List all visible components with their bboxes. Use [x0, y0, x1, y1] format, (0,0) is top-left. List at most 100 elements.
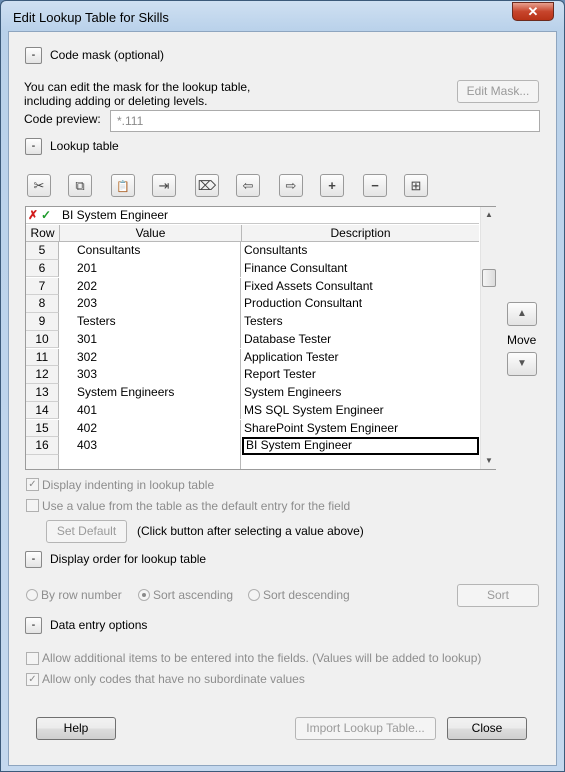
expand-all-button[interactable]: ⊞ — [404, 174, 428, 197]
value-cell[interactable]: 302 — [60, 348, 241, 367]
table-row[interactable]: 11 302 Application Tester — [26, 348, 479, 367]
indent-button[interactable]: ⇨ — [279, 174, 303, 197]
delete-row-button[interactable]: ⌦ — [195, 174, 219, 197]
empty-row-header — [26, 455, 59, 469]
table-row[interactable]: 12 303 Report Tester — [26, 366, 479, 384]
scroll-down-arrow[interactable]: ▼ — [481, 453, 497, 469]
grid-vertical-scrollbar[interactable]: ▲ ▼ — [480, 207, 496, 469]
table-row[interactable]: 5 Consultants Consultants — [26, 242, 479, 260]
row-number-cell: 5 — [26, 242, 59, 260]
window-title: Edit Lookup Table for Skills — [13, 10, 169, 25]
table-row[interactable]: 7 202 Fixed Assets Consultant — [26, 277, 479, 296]
import-lookup-table-button[interactable]: Import Lookup Table... — [295, 717, 436, 740]
sort-button[interactable]: Sort — [457, 584, 539, 607]
dialog-body: - Code mask (optional) You can edit the … — [8, 31, 557, 766]
table-row[interactable]: 14 401 MS SQL System Engineer — [26, 401, 479, 420]
set-default-button[interactable]: Set Default — [46, 520, 127, 543]
table-row[interactable]: 10 301 Database Tester — [26, 330, 479, 349]
table-row[interactable]: 15 402 SharePoint System Engineer — [26, 419, 479, 438]
paste-button[interactable]: 📋 — [111, 174, 135, 197]
edit-mask-button[interactable]: Edit Mask... — [457, 80, 539, 103]
help-button[interactable]: Help — [36, 717, 116, 740]
description-cell[interactable]: Consultants — [242, 242, 479, 260]
data-entry-collapse-button[interactable]: - — [25, 617, 42, 634]
code-mask-collapse-button[interactable]: - — [25, 47, 42, 64]
delete-row-icon: ⌦ — [197, 178, 217, 193]
row-number-cell: 9 — [26, 313, 59, 331]
row-number-cell: 12 — [26, 366, 59, 384]
value-cell[interactable]: 403 — [60, 437, 241, 455]
cancel-edit-icon[interactable]: ✗ — [28, 208, 38, 222]
value-cell[interactable]: 203 — [60, 295, 241, 313]
row-number-cell: 11 — [26, 348, 59, 367]
edit-bar-value[interactable]: BI System Engineer — [62, 208, 168, 222]
allow-additional-checkbox[interactable] — [26, 652, 39, 665]
table-row[interactable]: 9 Testers Testers — [26, 313, 479, 331]
insert-row-button[interactable]: ⇥ — [152, 174, 176, 197]
code-preview-label: Code preview: — [24, 112, 101, 126]
window-close-button[interactable]: ✕ — [512, 2, 554, 21]
value-cell[interactable]: 301 — [60, 330, 241, 349]
sort-ascending-label: Sort ascending — [153, 588, 234, 602]
value-cell[interactable]: 201 — [60, 259, 241, 278]
sort-ascending-radio[interactable] — [138, 589, 150, 601]
collapse-button[interactable]: − — [363, 174, 387, 197]
cut-button[interactable]: ✂ — [27, 174, 51, 197]
expand-button[interactable]: + — [320, 174, 344, 197]
allow-only-codes-checkbox[interactable]: ✓ — [26, 673, 39, 686]
grid-edit-bar: ✗ ✓ BI System Engineer — [26, 207, 479, 224]
description-cell[interactable]: Report Tester — [242, 366, 479, 384]
row-number-cell: 6 — [26, 259, 59, 278]
description-cell[interactable]: Testers — [242, 313, 479, 331]
value-cell[interactable]: 402 — [60, 419, 241, 438]
description-cell[interactable]: Application Tester — [242, 349, 479, 367]
copy-icon: ⧉ — [75, 178, 85, 193]
description-cell[interactable]: BI System Engineer — [242, 437, 479, 455]
description-cell[interactable]: Database Tester — [242, 331, 479, 349]
close-button[interactable]: Close — [447, 717, 527, 740]
expand-all-icon: ⊞ — [410, 178, 422, 193]
table-row[interactable]: 8 203 Production Consultant — [26, 295, 479, 313]
lookup-grid: ✗ ✓ BI System Engineer Row Value Descrip… — [25, 206, 496, 470]
allow-only-codes-label: Allow only codes that have no subordinat… — [42, 672, 305, 686]
display-order-collapse-button[interactable]: - — [25, 551, 42, 568]
lookup-collapse-button[interactable]: - — [25, 138, 42, 155]
row-number-cell: 15 — [26, 419, 59, 438]
display-indenting-checkbox[interactable]: ✓ — [26, 478, 39, 491]
row-number-cell: 10 — [26, 330, 59, 349]
value-cell[interactable]: Consultants — [60, 242, 241, 260]
description-cell[interactable]: SharePoint System Engineer — [242, 420, 479, 438]
indent-icon: ⇨ — [285, 178, 297, 193]
outdent-button[interactable]: ⇦ — [236, 174, 260, 197]
use-default-checkbox[interactable] — [26, 499, 39, 512]
table-row[interactable]: 13 System Engineers System Engineers — [26, 384, 479, 402]
description-cell[interactable]: System Engineers — [242, 384, 479, 402]
description-cell[interactable]: Finance Consultant — [242, 260, 479, 278]
value-cell[interactable]: 202 — [60, 277, 241, 296]
table-row[interactable]: 6 201 Finance Consultant — [26, 259, 479, 278]
display-order-section-header: - Display order for lookup table — [25, 550, 325, 568]
move-down-button[interactable]: ▼ — [507, 352, 537, 376]
col-header-value: Value — [60, 225, 242, 242]
description-cell[interactable]: MS SQL System Engineer — [242, 402, 479, 420]
grid-empty-row — [26, 455, 479, 469]
lookup-section-header: - Lookup table — [25, 137, 325, 155]
scroll-up-arrow[interactable]: ▲ — [481, 207, 497, 223]
copy-button[interactable]: ⧉ — [68, 174, 92, 197]
scroll-thumb[interactable] — [482, 269, 496, 287]
table-row[interactable]: 16 403 BI System Engineer — [26, 437, 479, 455]
move-up-button[interactable]: ▲ — [507, 302, 537, 326]
value-cell[interactable]: 401 — [60, 401, 241, 420]
mask-info-line1: You can edit the mask for the lookup tab… — [24, 80, 251, 94]
empty-value-cell[interactable] — [60, 455, 241, 469]
description-cell[interactable]: Fixed Assets Consultant — [242, 278, 479, 296]
value-cell[interactable]: 303 — [60, 366, 241, 384]
col-header-description: Description — [330, 226, 391, 240]
value-cell[interactable]: Testers — [60, 313, 241, 331]
accept-edit-icon[interactable]: ✓ — [41, 208, 51, 222]
by-row-number-label: By row number — [41, 588, 122, 602]
value-cell[interactable]: System Engineers — [60, 384, 241, 402]
sort-descending-radio[interactable] — [248, 589, 260, 601]
by-row-number-radio[interactable] — [26, 589, 38, 601]
description-cell[interactable]: Production Consultant — [242, 295, 479, 313]
